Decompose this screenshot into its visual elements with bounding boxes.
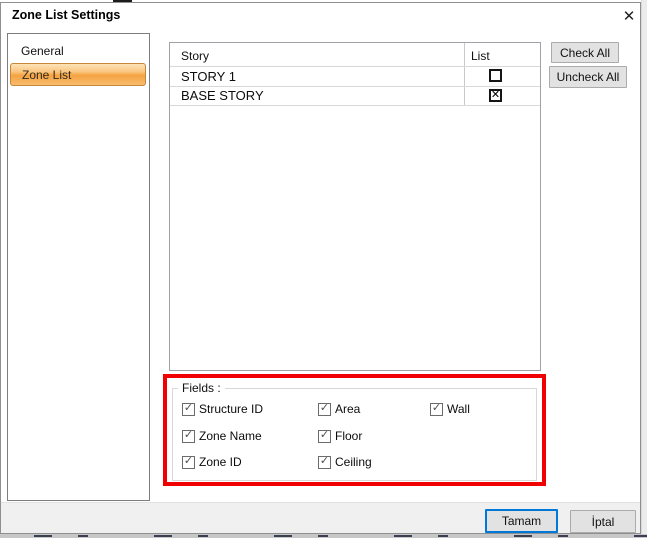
field-label: Zone Name <box>199 429 262 443</box>
check-mark-icon: ✓ <box>184 430 193 441</box>
check-mark-icon: ✓ <box>320 456 329 467</box>
row-separator <box>170 105 540 106</box>
field-label: Structure ID <box>199 402 263 416</box>
check-mark-icon: ✓ <box>184 456 193 467</box>
fields-groupbox-label: Fields : <box>178 381 225 395</box>
checkbox-icon: ✓ <box>430 403 443 416</box>
ok-button[interactable]: Tamam <box>485 509 558 533</box>
field-checkbox-wall[interactable]: ✓ Wall <box>430 402 470 416</box>
table-row-story-1: STORY 1 <box>181 69 236 84</box>
field-checkbox-structure-id[interactable]: ✓ Structure ID <box>182 402 263 416</box>
x-mark-icon: ✕ <box>491 91 500 100</box>
row-separator <box>170 86 540 87</box>
background-app-fragment-right <box>641 0 647 538</box>
screen: Zone List Settings ✕ General Zone List S… <box>0 0 647 538</box>
cancel-button[interactable]: İptal <box>570 510 636 533</box>
field-checkbox-zone-name[interactable]: ✓ Zone Name <box>182 429 262 443</box>
field-checkbox-floor[interactable]: ✓ Floor <box>318 429 362 443</box>
field-label: Ceiling <box>335 455 372 469</box>
close-icon[interactable]: ✕ <box>616 4 642 28</box>
check-mark-icon: ✓ <box>184 403 193 414</box>
check-mark-icon: ✓ <box>320 430 329 441</box>
field-label: Area <box>335 402 360 416</box>
check-mark-icon: ✓ <box>320 403 329 414</box>
column-header-story: Story <box>181 49 209 63</box>
field-label: Floor <box>335 429 362 443</box>
checkbox-icon: ✓ <box>182 403 195 416</box>
uncheck-all-button[interactable]: Uncheck All <box>549 66 627 88</box>
checkbox-icon: ✓ <box>318 456 331 469</box>
sidebar-item-general[interactable]: General <box>10 40 146 63</box>
checkbox-icon: ✓ <box>318 430 331 443</box>
list-checkbox-base-story[interactable]: ✕ <box>489 89 502 102</box>
dialog-title: Zone List Settings <box>12 8 120 22</box>
field-label: Wall <box>447 402 470 416</box>
column-header-list: List <box>471 49 490 63</box>
story-list-table: Story List STORY 1 BASE STORY ✕ ✕ <box>169 42 541 371</box>
field-checkbox-ceiling[interactable]: ✓ Ceiling <box>318 455 372 469</box>
sidebar-item-zone-list[interactable]: Zone List <box>10 63 146 86</box>
checkbox-icon: ✓ <box>182 430 195 443</box>
check-all-button[interactable]: Check All <box>551 42 619 63</box>
checkbox-icon: ✓ <box>182 456 195 469</box>
list-checkbox-story-1[interactable]: ✕ <box>489 69 502 82</box>
field-checkbox-area[interactable]: ✓ Area <box>318 402 360 416</box>
field-label: Zone ID <box>199 455 242 469</box>
settings-category-sidebar: General Zone List <box>7 33 150 501</box>
header-separator <box>170 66 540 67</box>
checkbox-icon: ✓ <box>318 403 331 416</box>
field-checkbox-zone-id[interactable]: ✓ Zone ID <box>182 455 242 469</box>
background-app-fragment-bottom-dashes <box>0 535 647 537</box>
column-separator <box>464 43 465 106</box>
check-mark-icon: ✓ <box>432 403 441 414</box>
table-row-base-story: BASE STORY <box>181 88 264 103</box>
